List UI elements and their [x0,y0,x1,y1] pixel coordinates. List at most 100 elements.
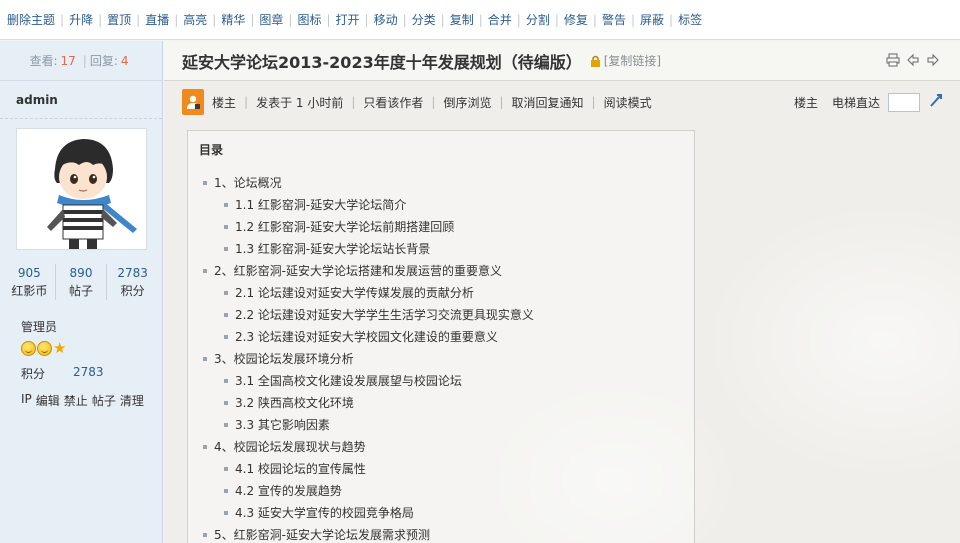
admin-action-9[interactable]: 移动 [369,11,403,28]
admin-user-action-0[interactable]: IP [21,392,32,409]
toc-item-text[interactable]: 4.2 宣传的发展趋势 [235,480,342,502]
admin-user-action-4[interactable]: 清理 [120,392,144,409]
toc-item[interactable]: 4.1 校园论坛的宣传属性 [188,458,694,480]
jump-floor: 楼主 电梯直达 [794,92,944,112]
toc-item-text[interactable]: 1、论坛概况 [214,172,282,194]
toc-item-text[interactable]: 2.2 论坛建设对延安大学学生生活学习交流更具现实意义 [235,304,534,326]
admin-action-12[interactable]: 合并 [483,11,517,28]
prev-thread-icon[interactable] [906,53,920,71]
toc-item-text[interactable]: 3.1 全国高校文化建设发展展望与校园论坛 [235,370,462,392]
toc-item[interactable]: 1、论坛概况 [188,172,694,194]
toc-item[interactable]: 2.1 论坛建设对延安大学传媒发展的贡献分析 [188,282,694,304]
admin-action-2[interactable]: 置顶 [102,11,136,28]
post-meta-item-2[interactable]: 只看该作者 [355,94,431,111]
toc-heading: 目录 [199,143,224,157]
next-thread-icon[interactable] [926,53,940,71]
admin-user-action-1[interactable]: 编辑 [36,392,60,409]
toc-item[interactable]: 3.2 陕西高校文化环境 [188,392,694,414]
counter-label: 红影币 [11,284,48,298]
post-meta-item-3[interactable]: 倒序浏览 [435,94,499,111]
author-name[interactable]: admin [0,81,162,119]
jump-go-icon[interactable] [928,92,944,112]
bullet-icon [203,445,207,449]
admin-action-14[interactable]: 修复 [559,11,593,28]
toc-item-text[interactable]: 4、校园论坛发展现状与趋势 [214,436,366,458]
toc-item[interactable]: 1.2 红影窑洞-延安大学论坛前期搭建回顾 [188,216,694,238]
toc-item-text[interactable]: 1.2 红影窑洞-延安大学论坛前期搭建回顾 [235,216,454,238]
counter-2[interactable]: 2783 积分 [107,264,158,300]
admin-action-1[interactable]: 升降 [64,11,98,28]
jump-floor-input[interactable] [888,92,920,112]
toc-item-text[interactable]: 3.2 陕西高校文化环境 [235,392,354,414]
admin-action-15[interactable]: 警告 [597,11,631,28]
post-meta-item-1: 发表于 1 小时前 [256,95,344,110]
counter-value[interactable]: 905 [4,264,55,282]
toc-item-text[interactable]: 4.1 校园论坛的宣传属性 [235,458,366,480]
admin-user-action-3[interactable]: 帖子 [92,392,116,409]
toc-item-text[interactable]: 5、红影窑洞-延安大学论坛发展需求预测 [214,524,430,543]
replies-count: 4 [120,53,129,68]
bullet-icon [224,379,228,383]
bullet-icon [203,269,207,273]
views-label: 查看: [29,54,58,68]
toc-item[interactable]: 5、红影窑洞-延安大学论坛发展需求预测 [188,524,694,543]
lock-icon [590,55,601,67]
toc-item[interactable]: 4、校园论坛发展现状与趋势 [188,436,694,458]
toc-list: 1、论坛概况 1.1 红影窑洞-延安大学论坛简介 1.2 红影窑洞-延安大学论坛前期… [188,172,694,543]
bullet-icon [224,511,228,515]
bullet-icon [224,467,228,471]
counter-value[interactable]: 890 [56,264,107,282]
floor-badge-icon [182,89,204,115]
counter-value[interactable]: 2783 [107,264,158,282]
toc-item[interactable]: 2.2 论坛建设对延安大学学生生活学习交流更具现实意义 [188,304,694,326]
admin-action-16[interactable]: 屏蔽 [635,11,669,28]
toc-item[interactable]: 3.1 全国高校文化建设发展展望与校园论坛 [188,370,694,392]
post-meta-item-5[interactable]: 阅读模式 [596,94,660,111]
toc-item-text[interactable]: 2.3 论坛建设对延安大学校园文化建设的重要意义 [235,326,498,348]
toc-item[interactable]: 2、红影窑洞-延安大学论坛搭建和发展运营的重要意义 [188,260,694,282]
toc-item-text[interactable]: 3.3 其它影响因素 [235,414,330,436]
admin-action-13[interactable]: 分割 [521,11,555,28]
toc-item-text[interactable]: 1.1 红影窑洞-延安大学论坛简介 [235,194,406,216]
toc-item-text[interactable]: 2.1 论坛建设对延安大学传媒发展的贡献分析 [235,282,474,304]
toc-item-text[interactable]: 4.3 延安大学宣传的校园竞争格局 [235,502,414,524]
toc-item[interactable]: 3.3 其它影响因素 [188,414,694,436]
toc-item[interactable]: 4.3 延安大学宣传的校园竞争格局 [188,502,694,524]
toc-item-text[interactable]: 3、校园论坛发展环境分析 [214,348,354,370]
admin-action-7[interactable]: 图标 [292,11,326,28]
admin-action-6[interactable]: 图章 [254,11,288,28]
post-meta-item-0[interactable]: 楼主 [204,94,244,111]
toc-item[interactable]: 1.3 红影窑洞-延安大学论坛站长背景 [188,238,694,260]
author-counters: 905 红影币 890 帖子 2783 积分 [4,264,158,300]
admin-action-11[interactable]: 复制 [445,11,479,28]
admin-action-4[interactable]: 高亮 [178,11,212,28]
toc-item[interactable]: 4.2 宣传的发展趋势 [188,480,694,502]
counter-1[interactable]: 890 帖子 [56,264,108,300]
toc-item-text[interactable]: 2、红影窑洞-延安大学论坛搭建和发展运营的重要意义 [214,260,502,282]
bullet-icon [203,357,207,361]
print-icon[interactable] [886,53,900,71]
post-meta-item-4[interactable]: 取消回复通知 [504,94,592,111]
admin-action-8[interactable]: 打开 [331,11,365,28]
toc-item-text[interactable]: 1.3 红影窑洞-延安大学论坛站长背景 [235,238,430,260]
replies-label: 回复: [89,54,118,68]
admin-action-3[interactable]: 直播 [140,11,174,28]
admin-action-10[interactable]: 分类 [407,11,441,28]
bullet-icon [224,203,228,207]
toc-item[interactable]: 2.3 论坛建设对延安大学校园文化建设的重要意义 [188,326,694,348]
toc-item[interactable]: 1.1 红影窑洞-延安大学论坛简介 [188,194,694,216]
bullet-icon [224,423,228,427]
admin-action-5[interactable]: 精华 [216,11,250,28]
points-value[interactable]: 2783 [73,365,104,382]
user-group[interactable]: 管理员 [21,318,162,335]
counter-0[interactable]: 905 红影币 [4,264,56,300]
admin-action-17[interactable]: 标签 [673,11,707,28]
toc-item[interactable]: 3、校园论坛发展环境分析 [188,348,694,370]
page-title: 延安大学论坛2013-2023年度十年发展规划（待编版） [182,52,582,72]
admin-action-0[interactable]: 删除主题 [2,11,60,28]
avatar[interactable] [16,128,147,250]
copy-link-button[interactable]: [复制链接] [604,52,661,69]
admin-user-action-2[interactable]: 禁止 [64,392,88,409]
bullet-icon [224,489,228,493]
floor-label: 楼主 [793,95,818,110]
